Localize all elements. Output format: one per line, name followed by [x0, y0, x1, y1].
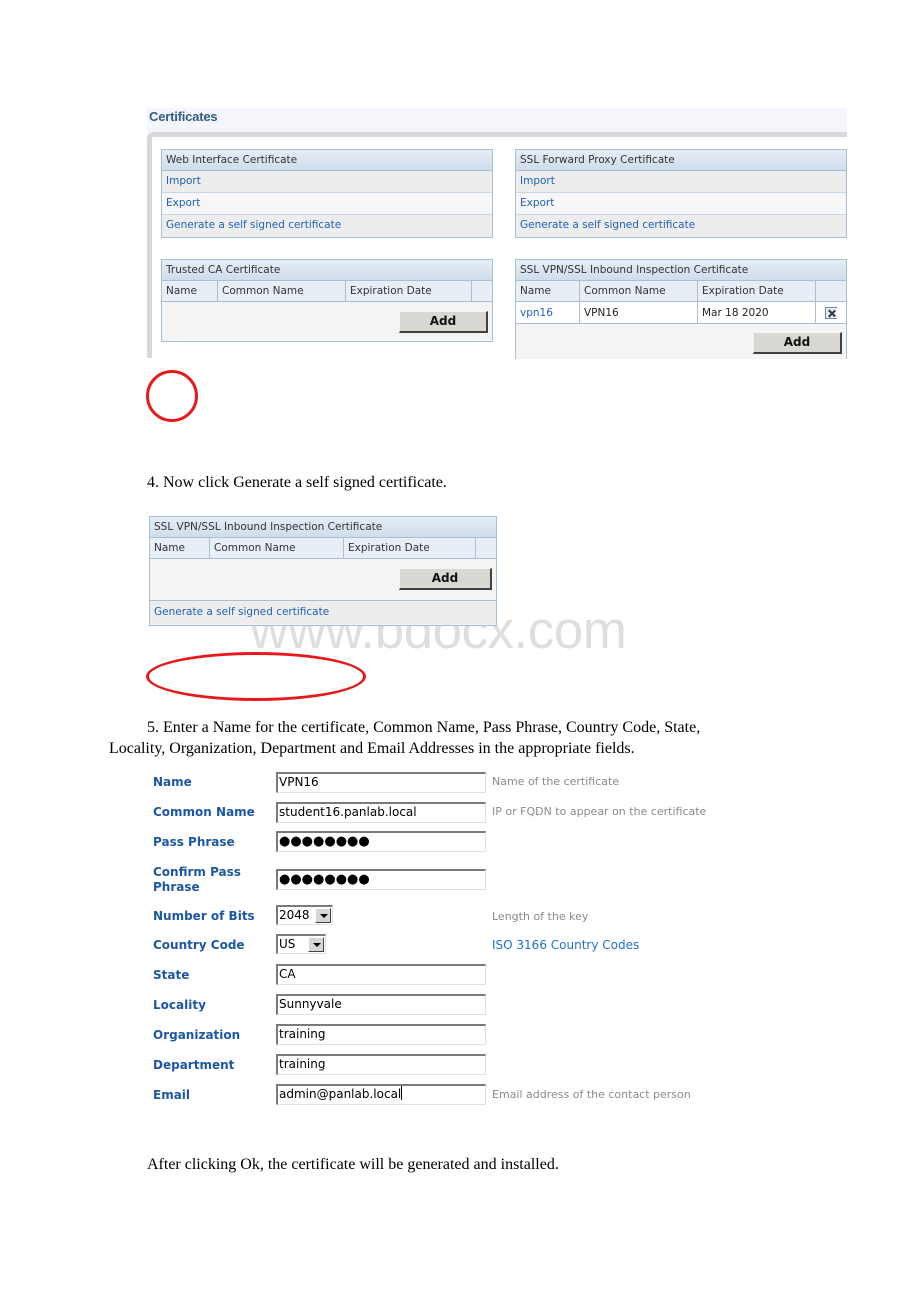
organization-input[interactable]: training: [276, 1024, 486, 1045]
text-cursor: [401, 1086, 403, 1100]
number-of-bits-label: Number of Bits: [153, 909, 255, 923]
column-header-actions: [472, 281, 492, 301]
panel-header: SSL Forward Proxy Certificate: [516, 150, 846, 171]
confirm-pass-phrase-input[interactable]: ●●●●●●●●: [276, 869, 486, 890]
column-header-name[interactable]: Name: [150, 538, 210, 558]
annotation-ellipse: [146, 652, 366, 701]
locality-input[interactable]: Sunnyvale: [276, 994, 486, 1015]
panel-header: SSL VPN/SSL Inbound Inspection Certifica…: [516, 260, 846, 281]
proxy-generate-self-signed-link[interactable]: Generate a self signed certificate: [516, 215, 846, 237]
ssl-vpn-inbound-certificate-panel: SSL VPN/SSL Inbound Inspection Certifica…: [149, 516, 497, 626]
country-code-label: Country Code: [153, 938, 245, 952]
dropdown-arrow-icon[interactable]: [315, 908, 331, 923]
dropdown-arrow-icon[interactable]: [308, 937, 324, 952]
cert-common-name: VPN16: [580, 302, 698, 323]
annotation-circle-small: [146, 370, 198, 422]
department-input[interactable]: training: [276, 1054, 486, 1075]
common-name-input[interactable]: student16.panlab.local: [276, 802, 486, 823]
delete-icon[interactable]: [825, 307, 837, 319]
name-label: Name: [153, 775, 192, 789]
panel-header: SSL VPN/SSL Inbound Inspection Certifica…: [150, 517, 496, 538]
cert-name-link[interactable]: vpn16: [516, 302, 580, 323]
grid-header-row: Name Common Name Expiration Date: [516, 281, 846, 302]
cert-expiration-date: Mar 18 2020: [698, 302, 816, 323]
email-value: admin@panlab.local: [279, 1087, 402, 1101]
common-name-label: Common Name: [153, 805, 255, 819]
certificates-screenshot: Certificates Web Interface Certificate I…: [147, 108, 847, 359]
column-header-name[interactable]: Name: [516, 281, 580, 301]
iso-country-codes-link[interactable]: ISO 3166 Country Codes: [492, 938, 639, 953]
number-of-bits-select[interactable]: 2048: [276, 905, 333, 925]
column-header-expiration-date[interactable]: Expiration Date: [344, 538, 476, 558]
delete-cell: [816, 302, 846, 323]
column-header-common-name[interactable]: Common Name: [218, 281, 346, 301]
column-header-name[interactable]: Name: [162, 281, 218, 301]
ssl-forward-proxy-certificate-panel: SSL Forward Proxy Certificate Import Exp…: [515, 149, 847, 238]
certificates-title: Certificates: [149, 109, 218, 124]
column-header-expiration-date[interactable]: Expiration Date: [698, 281, 816, 301]
panel-header: Web Interface Certificate: [162, 150, 492, 171]
proxy-import-link[interactable]: Import: [516, 171, 846, 193]
web-import-link[interactable]: Import: [162, 171, 492, 193]
country-code-select[interactable]: US: [276, 934, 326, 954]
step4-text: 4. Now click Generate a self signed cert…: [147, 474, 447, 491]
trusted-ca-add-button[interactable]: Add: [399, 311, 488, 333]
ssl-vpn-inbound-certificate-panel: SSL VPN/SSL Inbound Inspection Certifica…: [515, 259, 847, 359]
closing-text: After clicking Ok, the certificate will …: [147, 1156, 559, 1173]
step5-line2: Locality, Organization, Department and E…: [109, 740, 635, 757]
inbound-certificate-screenshot: SSL VPN/SSL Inbound Inspection Certifica…: [149, 516, 497, 626]
trusted-ca-certificate-panel: Trusted CA Certificate Name Common Name …: [161, 259, 493, 342]
generate-certificate-form: Name VPN16 Name of the certificate Commo…: [150, 770, 720, 1115]
grid-body: Add: [162, 302, 492, 341]
email-input[interactable]: admin@panlab.local: [276, 1084, 486, 1105]
state-label: State: [153, 968, 190, 982]
step5-line1: 5. Enter a Name for the certificate, Com…: [147, 719, 701, 736]
email-hint: Email address of the contact person: [492, 1088, 691, 1101]
column-header-actions: [816, 281, 846, 301]
inbound-add-button[interactable]: Add: [399, 568, 492, 590]
column-header-actions: [476, 538, 496, 558]
grid-header-row: Name Common Name Expiration Date: [162, 281, 492, 302]
web-interface-certificate-panel: Web Interface Certificate Import Export …: [161, 149, 493, 238]
confirm-pass-phrase-label: Confirm Pass Phrase: [153, 865, 241, 895]
common-name-hint: IP or FQDN to appear on the certificate: [492, 805, 707, 818]
number-of-bits-hint: Length of the key: [492, 910, 589, 923]
column-header-common-name[interactable]: Common Name: [580, 281, 698, 301]
confirm-pass-phrase-label-line1: Confirm Pass: [153, 865, 241, 879]
email-label: Email: [153, 1088, 191, 1102]
generate-self-signed-link[interactable]: Generate a self signed certificate: [150, 601, 496, 624]
grid-header-row: Name Common Name Expiration Date: [150, 538, 496, 559]
organization-label: Organization: [153, 1028, 241, 1042]
grid-body: Add: [516, 324, 846, 358]
state-input[interactable]: CA: [276, 964, 486, 985]
grid-body: Add: [150, 559, 496, 601]
pass-phrase-input[interactable]: ●●●●●●●●: [276, 831, 486, 852]
certificates-title-bar: Certificates: [147, 108, 847, 132]
country-code-value: US: [279, 937, 296, 951]
name-input[interactable]: VPN16: [276, 772, 486, 793]
column-header-common-name[interactable]: Common Name: [210, 538, 344, 558]
table-row: vpn16 VPN16 Mar 18 2020: [516, 302, 846, 324]
column-header-expiration-date[interactable]: Expiration Date: [346, 281, 472, 301]
panel-header: Trusted CA Certificate: [162, 260, 492, 281]
web-export-link[interactable]: Export: [162, 193, 492, 215]
ssl-vpn-add-button[interactable]: Add: [753, 332, 842, 354]
proxy-export-link[interactable]: Export: [516, 193, 846, 215]
number-of-bits-value: 2048: [279, 908, 310, 922]
pass-phrase-label: Pass Phrase: [153, 835, 235, 849]
confirm-pass-phrase-label-line2: Phrase: [153, 880, 200, 894]
name-hint: Name of the certificate: [492, 775, 620, 788]
locality-label: Locality: [153, 998, 206, 1012]
web-generate-self-signed-link[interactable]: Generate a self signed certificate: [162, 215, 492, 237]
department-label: Department: [153, 1058, 235, 1072]
